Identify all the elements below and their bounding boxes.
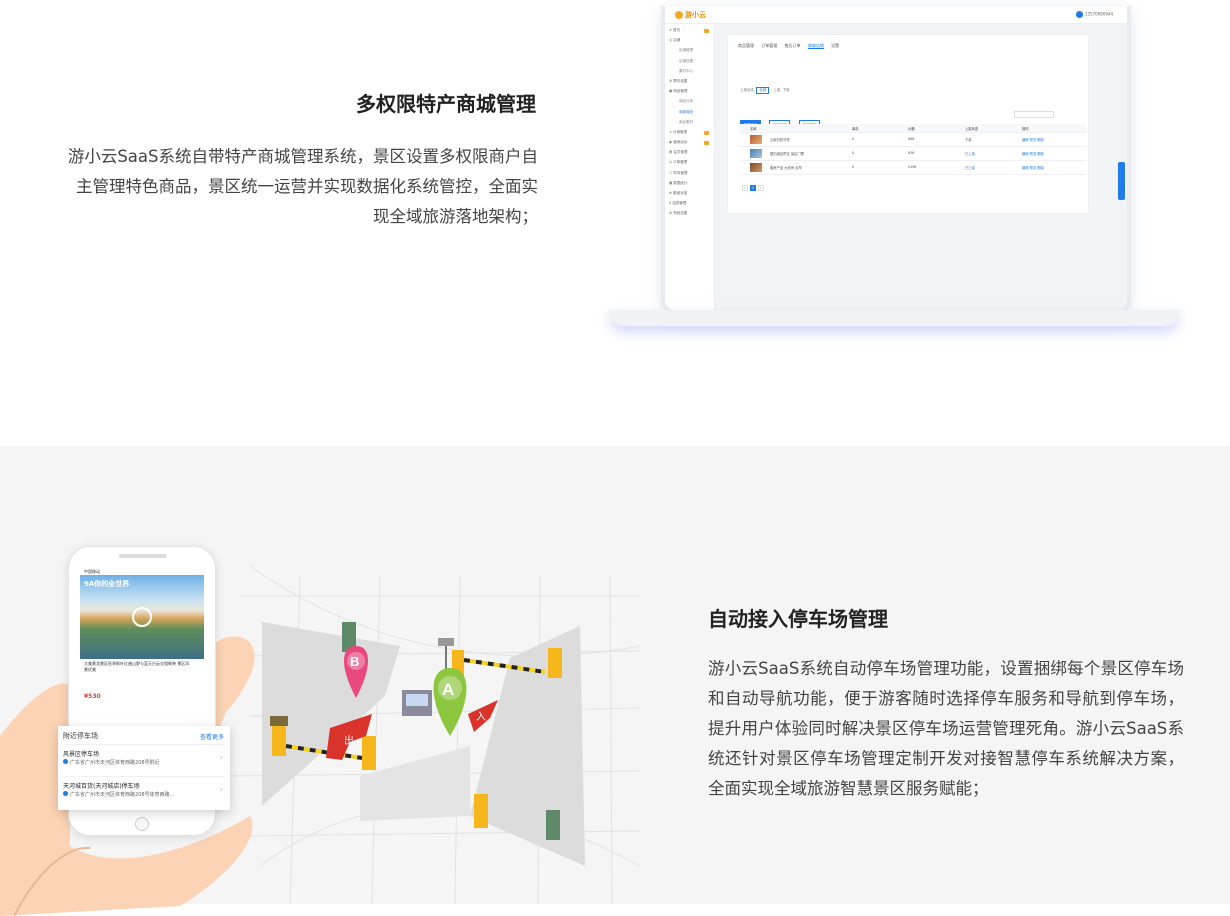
parking-address: 广东省广州市天河区体育西路208号体育西路... (63, 791, 174, 798)
table-header: 名称 库存 价格 上架状态 操作 (740, 124, 1086, 133)
section-parking-management: 出 入 B A 中国移动 9A你的全世界 大美黄龙景区秋季枫叶红遍山野与蓝天白云… (0, 446, 1230, 916)
app-sidebar: ✕ 首页 ◎ 店铺 店铺管理 店铺设置 素材中心 ⚙ 票务设置 ▣ 商品管理 商… (665, 24, 715, 310)
laptop-screen: 游小云 13570990944 ✕ 首页 ◎ 店铺 店铺管理 店铺设置 素材中心… (661, 6, 1131, 314)
exit-marker: 出 (344, 734, 354, 747)
location-pin-icon (63, 791, 68, 796)
table-row[interactable]: 云南白药牙膏 0 ¥86 下架 编辑 预览 删除 (740, 133, 1086, 147)
chevron-right-icon: › (219, 785, 223, 794)
sidebar-item: 商品分类 (679, 99, 693, 104)
laptop-mockup: 游小云 13570990944 ✕ 首页 ◎ 店铺 店铺管理 店铺设置 素材中心… (607, 0, 1182, 340)
parking-list-item[interactable]: 风景区停车场 广东省广州市天河区体育西路208号附近 › (63, 744, 225, 774)
sidebar-item: ◎ 店铺 (669, 38, 681, 43)
sidebar-item: ◉ 营销活动 (669, 140, 710, 147)
tab[interactable]: 售后订单 (785, 43, 801, 48)
parking-illustration: 出 入 B A 中国移动 9A你的全世界 大美黄龙景区秋季枫叶红遍山野与蓝天白云… (0, 446, 650, 916)
search-input[interactable] (1014, 111, 1054, 118)
ticket-price: ¥530 (84, 693, 101, 700)
location-pin-icon (63, 759, 68, 764)
table-row[interactable]: 客房产品 大床房 含早 0 ¥196 已上架 编辑 预览 删除 (740, 161, 1086, 175)
floating-toolbar[interactable] (1118, 162, 1125, 200)
sidebar-item: ⚙ 票务设置 (669, 78, 688, 83)
parking-list-item[interactable]: 天河城百货(天河城店)停车场 广东省广州市天河区体育西路208号体育西路... … (63, 776, 225, 806)
scenic-caption: 大美黄龙景区秋季枫叶红遍山野与蓝天白云交相辉映 景区风景优美 (84, 661, 190, 672)
avatar (1076, 11, 1083, 18)
parking-name: 天河城百货(天河城店)停车场 (63, 783, 140, 790)
home-button[interactable] (135, 817, 149, 831)
sidebar-item: ▤ 会员管理 (669, 150, 688, 155)
filter-option[interactable]: 上架 (773, 88, 780, 92)
sidebar-item: ◷ 订单管理 (669, 160, 688, 165)
tab-active[interactable]: 商城店铺 (807, 43, 824, 49)
sidebar-item: < 分销管理 (669, 130, 710, 137)
marker-a-label: A (442, 680, 454, 699)
section-title: 多权限特产商城管理 (356, 92, 536, 116)
nearby-parking-popup: 附近停车场 查看更多 风景区停车场 广东省广州市天河区体育西路208号附近 › … (58, 726, 230, 810)
tab[interactable]: 商品管理 (738, 43, 754, 48)
tab[interactable]: 订单管理 (761, 43, 777, 48)
product-thumbnail (750, 135, 762, 144)
product-table: 名称 库存 价格 上架状态 操作 云南白药牙膏 0 ¥86 下架 编辑 预览 删… (740, 124, 1086, 175)
sidebar-item: ▦ 数据统计 (669, 180, 688, 185)
sidebar-item: 素材中心 (679, 68, 693, 73)
phone-speaker (119, 554, 167, 558)
app-user: 13570990944 (1068, 11, 1113, 18)
filter-option[interactable]: 下架 (783, 88, 790, 92)
app-header: 游小云 13570990944 (665, 6, 1127, 24)
section-description: 游小云SaaS系统自动停车场管理功能，设置捆绑每个景区停车场和自动导航功能，便于… (708, 659, 1184, 798)
play-icon[interactable] (132, 607, 152, 627)
tab-bar: 商品管理 订单管理 售后订单 商城店铺 设置 (738, 43, 845, 49)
pager-prev[interactable]: ‹ (742, 185, 748, 191)
tab[interactable]: 设置 (831, 43, 839, 48)
product-thumbnail (750, 163, 762, 172)
laptop-base (609, 310, 1180, 326)
sidebar-item: 店铺设置 (679, 58, 693, 63)
sidebar-item: 商城商品 (679, 109, 693, 114)
sidebar-item: ⚙ 系统设置 (669, 211, 688, 216)
product-thumbnail (750, 149, 762, 158)
pager-page[interactable]: 1 (750, 185, 756, 191)
scenic-photo: 9A你的全世界 (80, 575, 204, 659)
table-row[interactable]: 国内酒店预定 景区门票 0 ¥36 已上架 编辑 预览 删除 (740, 147, 1086, 161)
entry-marker: 入 (476, 712, 486, 723)
sidebar-item: ▢ 财务管理 (669, 170, 688, 175)
section-title: 自动接入停车场管理 (708, 607, 888, 631)
sidebar-item: ▣ 商品管理 (669, 89, 688, 94)
app-main-panel: 商品管理 订单管理 售后订单 商城店铺 设置 上架状态 全部 上架 下架 批量商… (727, 34, 1089, 214)
sidebar-item: ⊕ 渠道对接 (669, 191, 688, 195)
sidebar-item: $ 结算管理 (669, 201, 687, 206)
parking-lot-bottom (360, 746, 470, 821)
section-description: 游小云SaaS系统自带特产商城管理系统，景区设置多权限商户自主管理特色商品，景区… (67, 147, 538, 226)
pager-next[interactable]: › (758, 185, 764, 191)
app-logo: 游小云 (675, 10, 706, 20)
chevron-right-icon: › (219, 753, 223, 762)
photo-title: 9A你的全世界 (84, 580, 130, 588)
sidebar-item: ✕ 首页 (669, 28, 710, 35)
pagination: ‹ 1 › (742, 185, 766, 191)
marker-b-label: B (350, 654, 359, 669)
status-filter: 上架状态 全部 上架 下架 (740, 87, 790, 94)
parking-address: 广东省广州市天河区体育西路208号附近 (63, 759, 160, 766)
section-mall-management: 多权限特产商城管理 游小云SaaS系统自带特产商城管理系统，景区设置多权限商户自… (0, 0, 1230, 446)
filter-option[interactable]: 全部 (756, 87, 770, 94)
sidebar-item: 店铺管理 (679, 48, 693, 53)
view-more-link[interactable]: 查看更多 (200, 732, 224, 741)
parking-name: 风景区停车场 (63, 751, 100, 758)
sidebar-item: 商品素材 (679, 119, 693, 124)
popup-heading: 附近停车场 (63, 732, 98, 740)
